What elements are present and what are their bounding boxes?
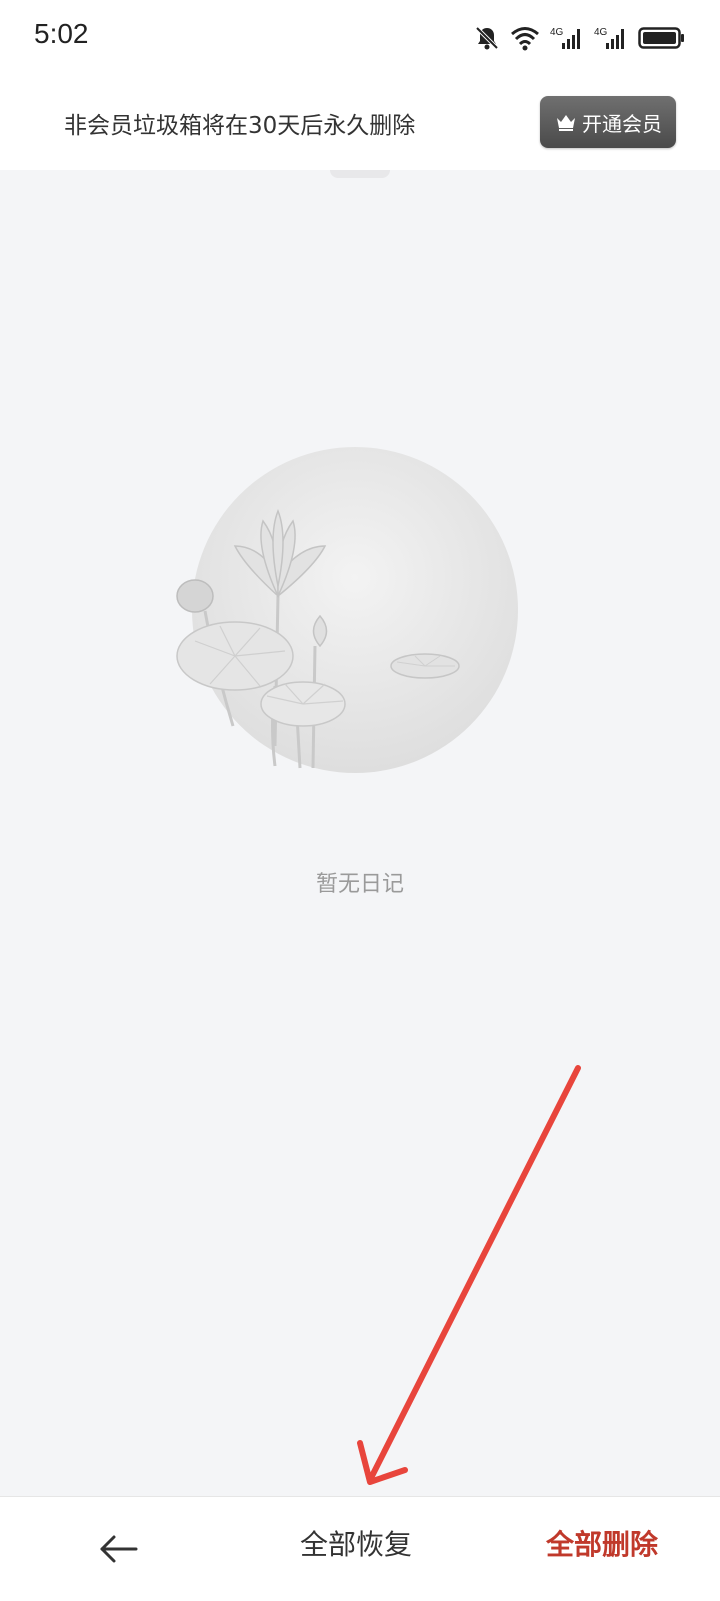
- status-time: 5:02: [34, 18, 89, 49]
- empty-state-text: 暂无日记: [315, 872, 404, 897]
- lotus-illustration: [176, 447, 518, 773]
- battery-icon: [638, 27, 684, 49]
- restore-all-button[interactable]: 全部恢复: [300, 1523, 412, 1563]
- open-vip-label: 开通会员: [582, 111, 662, 136]
- delete-all-button[interactable]: 全部删除: [546, 1523, 658, 1563]
- notice-bar: 非会员垃圾箱将在30天后永久删除 开通会员: [0, 78, 720, 170]
- annotation-arrow: [357, 1065, 581, 1485]
- open-vip-button[interactable]: 开通会员: [540, 96, 676, 148]
- arrow-left-icon[interactable]: [96, 1527, 140, 1571]
- bell-off-icon: [475, 26, 499, 50]
- network-label-2: 4G: [594, 27, 608, 38]
- crown-icon: [557, 115, 575, 131]
- notice-text: 非会员垃圾箱将在30天后永久删除: [64, 113, 416, 139]
- bottom-action-bar: 全部恢复 全部删除: [0, 1496, 720, 1601]
- wifi-icon: [511, 27, 539, 51]
- status-icons: 4G 4G: [474, 22, 686, 54]
- pull-indicator: [330, 170, 390, 178]
- network-label-1: 4G: [550, 27, 564, 38]
- status-bar: 5:02 4G 4G: [0, 0, 720, 78]
- signal-4g-icon: 4G: [550, 27, 580, 49]
- signal-4g-icon: 4G: [594, 27, 624, 49]
